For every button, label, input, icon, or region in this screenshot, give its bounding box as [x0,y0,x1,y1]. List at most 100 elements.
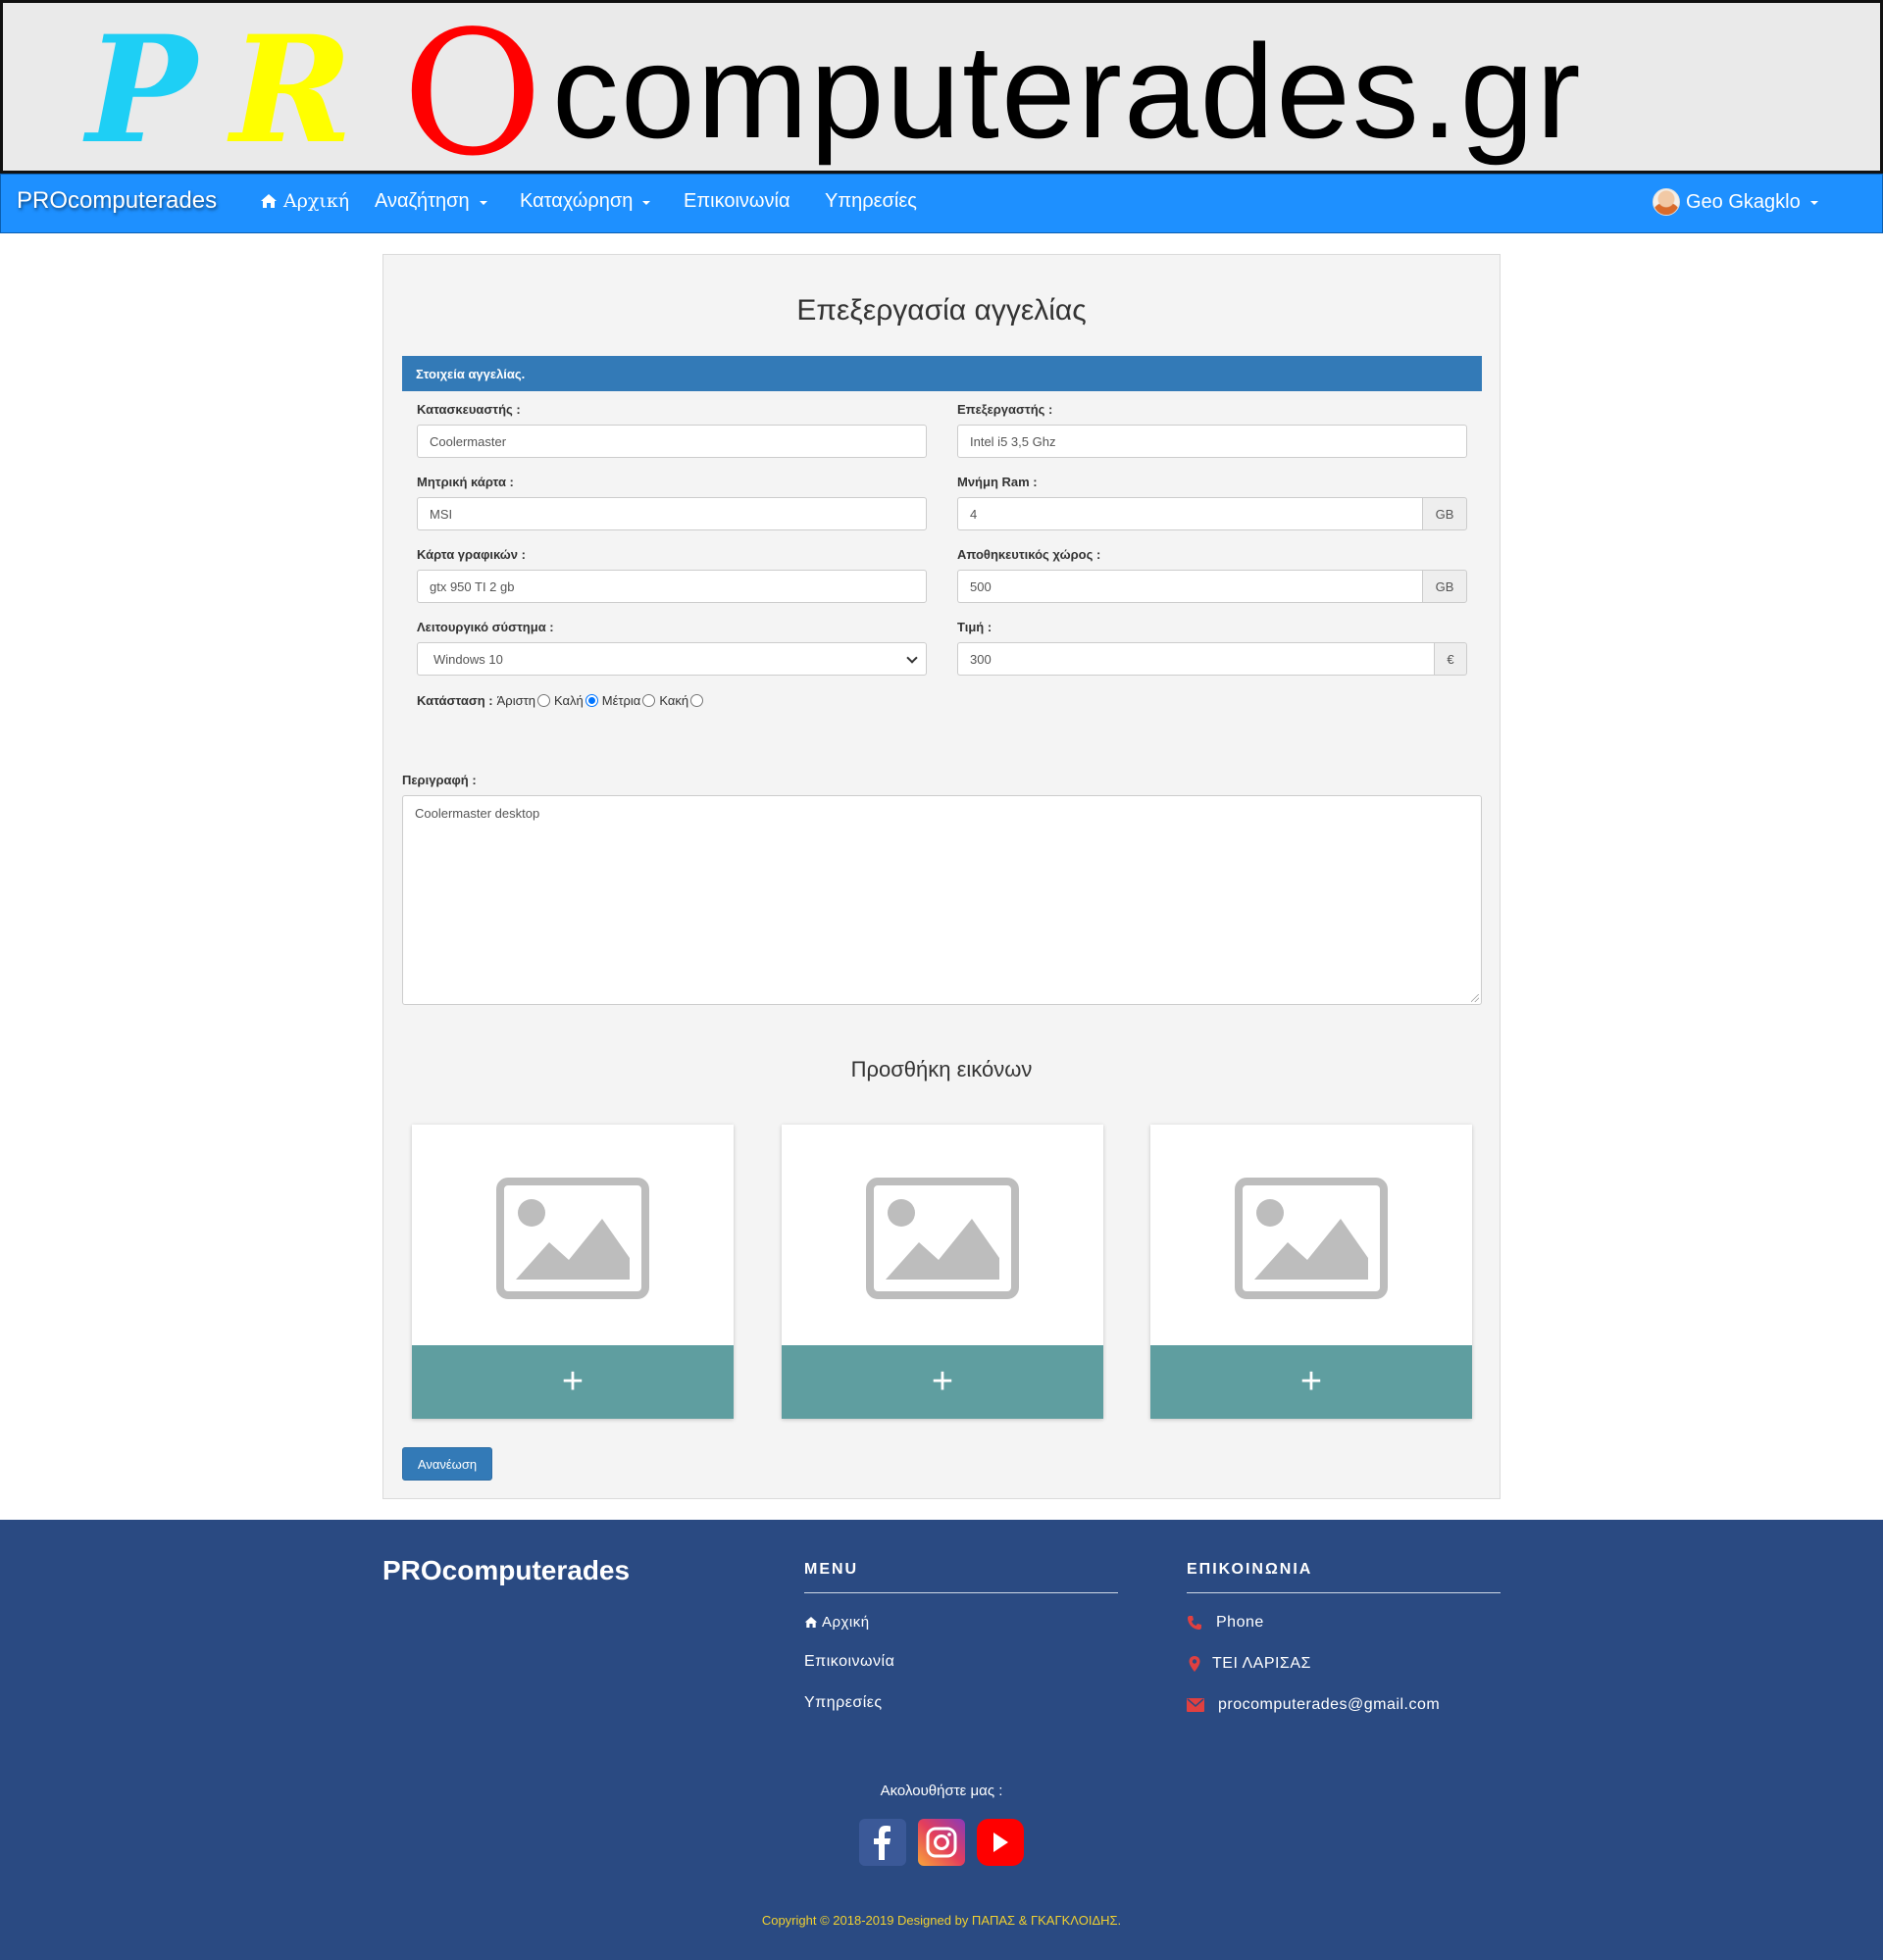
home-icon [261,194,277,208]
storage-unit-addon: GB [1422,570,1467,603]
motherboard-label: Μητρική κάρτα : [417,475,514,489]
processor-label: Επεξεργαστής : [957,402,1053,417]
os-label: Λειτουργικό σύστημα : [417,620,554,634]
envelope-icon [1187,1698,1204,1712]
condition-radio-group: Κατάσταση : Άριστη Καλή Μέτρια Κακή [417,693,707,708]
section-header: Στοιχεία αγγελίας. [402,356,1482,391]
footer-phone: Phone [1187,1614,1264,1632]
footer-link-label: Αρχική [822,1614,870,1631]
site-footer: PROcomputerades MENU Αρχική Επικοινωνία … [0,1520,1883,1960]
chevron-down-icon [1809,201,1818,205]
os-select[interactable]: Windows 10 [417,642,927,676]
footer-divider [804,1592,1118,1593]
footer-address: ΤΕΙ ΛΑΡΙΣΑΣ [1187,1655,1311,1673]
footer-divider [1187,1592,1501,1593]
ram-label: Μνήμη Ram : [957,475,1038,489]
price-field[interactable]: 300 [957,642,1434,676]
processor-field[interactable]: Intel i5 3,5 Ghz [957,425,1467,458]
footer-address-label: ΤΕΙ ΛΑΡΙΣΑΣ [1212,1655,1311,1672]
update-button[interactable]: Ανανέωση [402,1447,492,1481]
chevron-down-icon [906,652,918,664]
navbar-brand[interactable]: PROcomputerades [17,187,217,215]
add-images-title: Προσθήκη εικόνων [850,1057,1033,1081]
nav-register-label: Καταχώρηση [520,190,634,212]
facebook-glyph [874,1826,891,1860]
map-marker-icon [1189,1656,1200,1672]
resize-handle[interactable] [1471,994,1479,1002]
ram-unit-addon: GB [1422,497,1467,530]
condition-radio-excellent[interactable] [536,694,550,707]
nav-contact-label: Επικοινωνία [684,190,790,212]
follow-us-label: Ακολουθήστε μας : [880,1783,1003,1799]
footer-link-contact[interactable]: Επικοινωνία [804,1653,894,1671]
condition-option-label: Καλή [553,693,584,708]
image-placeholder-icon [866,1178,1019,1299]
add-image-button[interactable]: + [782,1345,1103,1419]
user-name: Geo Gkagklo [1686,190,1801,213]
image-placeholder-icon [1235,1178,1388,1299]
logo-wordmark: computerades.gr [552,17,1583,166]
manufacturer-label: Κατασκευαστής : [417,402,521,417]
add-image-button[interactable]: + [1150,1345,1472,1419]
footer-link-label: Υπηρεσίες [804,1694,883,1711]
price-label: Τιμή : [957,620,992,634]
youtube-icon[interactable] [977,1819,1024,1866]
nav-contact[interactable]: Επικοινωνία [684,190,790,213]
top-navbar: PROcomputerades Αρχική Αναζήτηση Καταχώρ… [0,174,1883,233]
copyright-text: Copyright © 2018-2019 Designed by ΠΑΠΑΣ … [761,1913,1122,1928]
footer-link-home[interactable]: Αρχική [804,1614,870,1631]
user-menu[interactable]: Geo Gkagklo [1653,188,1818,216]
home-icon [804,1617,818,1628]
nav-home[interactable]: Αρχική [260,190,349,212]
instagram-icon[interactable] [918,1819,965,1866]
footer-email-label: procomputerades@gmail.com [1218,1696,1441,1713]
gpu-label: Κάρτα γραφικών : [417,547,526,562]
edit-ad-panel: Επεξεργασία αγγελίας Στοιχεία αγγελίας. … [382,254,1501,1499]
nav-search-dropdown[interactable]: Αναζήτηση [375,190,487,213]
page-title: Επεξεργασία αγγελίας [796,294,1087,327]
footer-email[interactable]: procomputerades@gmail.com [1187,1696,1440,1714]
price-currency-addon: € [1434,642,1467,676]
ram-field[interactable]: 4 [957,497,1422,530]
footer-link-services[interactable]: Υπηρεσίες [804,1694,883,1712]
storage-field[interactable]: 500 [957,570,1422,603]
os-selected-value: Windows 10 [433,651,503,667]
footer-brand: PROcomputerades [382,1555,631,1585]
manufacturer-field[interactable]: Coolermaster [417,425,927,458]
nav-home-label: Αρχική [283,190,350,212]
site-banner: P R O computerades.gr [0,0,1883,180]
condition-option-label: Κακή [659,693,689,708]
footer-phone-label: Phone [1216,1614,1264,1631]
storage-label: Αποθηκευτικός χώρος : [957,547,1101,562]
condition-option-label: Μέτρια [601,693,641,708]
description-textarea[interactable]: Coolermaster desktop [402,795,1482,1005]
nav-search-label: Αναζήτηση [375,190,470,212]
footer-menu-heading: MENU [804,1561,859,1578]
image-placeholder-icon [496,1178,649,1299]
nav-services[interactable]: Υπηρεσίες [825,190,917,213]
add-image-button[interactable]: + [412,1345,734,1419]
chevron-down-icon [642,200,651,205]
condition-radio-good[interactable] [585,694,598,707]
logo-letter-o: O [402,0,543,194]
condition-radio-bad[interactable] [690,694,704,707]
storage-input-group: 500 GB [957,570,1467,603]
ram-input-group: 4 GB [957,497,1467,530]
logo-letter-p: P [86,4,197,176]
facebook-icon[interactable] [859,1819,906,1866]
nav-services-label: Υπηρεσίες [825,190,917,212]
chevron-down-icon [479,200,487,205]
image-upload-card: + [1150,1125,1472,1419]
avatar [1653,188,1680,216]
image-upload-card: + [412,1125,734,1419]
nav-register-dropdown[interactable]: Καταχώρηση [520,190,651,213]
footer-link-label: Επικοινωνία [804,1653,895,1670]
condition-label: Κατάσταση : [417,693,493,708]
youtube-glyph [993,1833,1008,1852]
description-text: Coolermaster desktop [415,806,540,821]
motherboard-field[interactable]: MSI [417,497,927,530]
footer-contact-heading: ΕΠΙΚΟΙΝΩΝΙΑ [1187,1561,1313,1578]
gpu-field[interactable]: gtx 950 TI 2 gb [417,570,927,603]
logo-letter-r: R [230,4,353,176]
condition-radio-fair[interactable] [642,694,656,707]
